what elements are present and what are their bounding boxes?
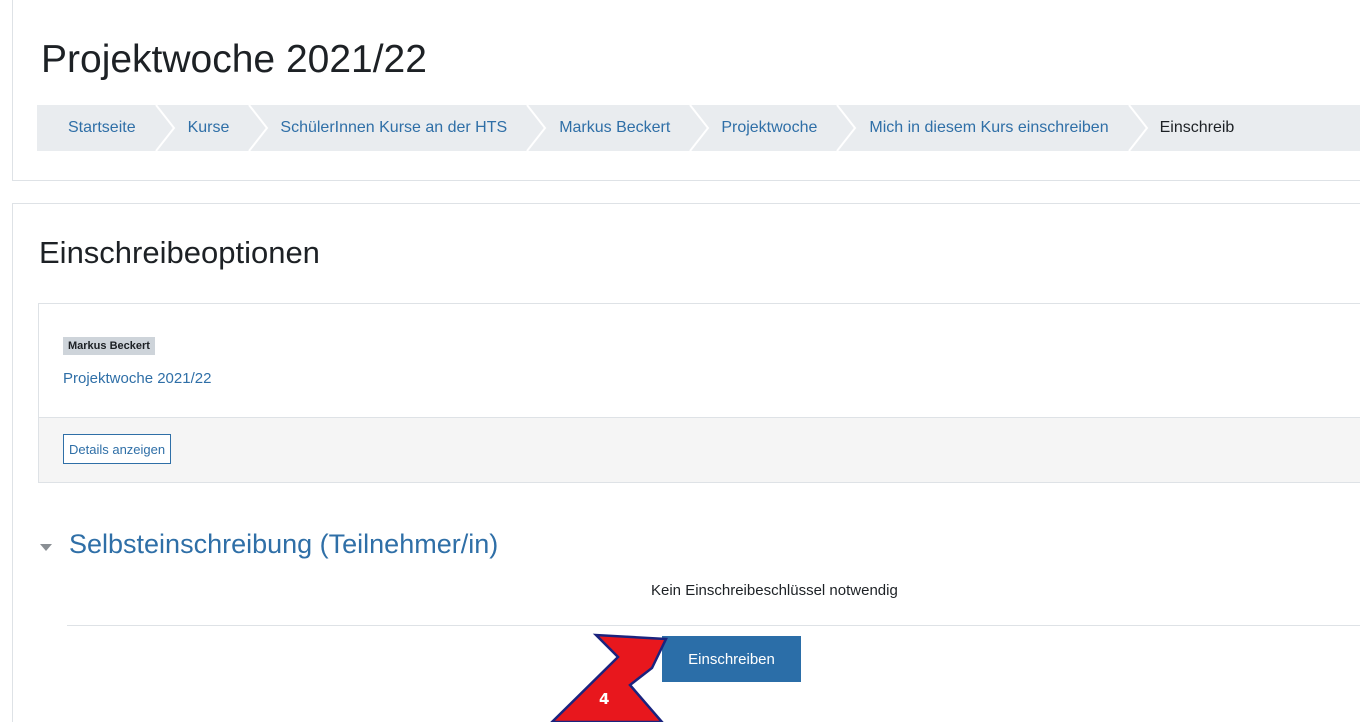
page-header bbox=[12, 0, 1360, 181]
course-footer bbox=[38, 417, 1360, 483]
breadcrumb: Startseite Kurse SchülerInnen Kurse an d… bbox=[37, 105, 1360, 151]
breadcrumb-separator-icon bbox=[688, 105, 710, 151]
course-name-link[interactable]: Projektwoche 2021/22 bbox=[63, 370, 211, 387]
breadcrumb-separator-icon bbox=[154, 105, 176, 151]
breadcrumb-item-einschreiben[interactable]: Mich in diesem Kurs einschreiben bbox=[857, 105, 1126, 151]
breadcrumb-item-projektwoche[interactable]: Projektwoche bbox=[710, 105, 835, 151]
divider bbox=[67, 625, 1360, 626]
breadcrumb-item-schuelerinnen-kurse[interactable]: SchülerInnen Kurse an der HTS bbox=[269, 105, 525, 151]
breadcrumb-separator-icon bbox=[835, 105, 857, 151]
step-number-label: 4 bbox=[599, 690, 610, 708]
self-enrolment-heading: Selbsteinschreibung (Teilnehmer/in) bbox=[69, 529, 499, 559]
section-title: Einschreibeoptionen bbox=[39, 235, 320, 270]
breadcrumb-separator-icon bbox=[247, 105, 269, 151]
breadcrumb-item-markus-beckert[interactable]: Markus Beckert bbox=[547, 105, 688, 151]
annotation-arrow-icon bbox=[550, 633, 668, 722]
breadcrumb-item-current: Einschreib bbox=[1159, 119, 1235, 136]
details-button[interactable]: Details anzeigen bbox=[63, 434, 172, 464]
self-enrolment-toggle[interactable]: Selbsteinschreibung (Teilnehmer/in) bbox=[40, 529, 498, 560]
breadcrumb-item-startseite[interactable]: Startseite bbox=[37, 105, 154, 151]
enrolment-key-note: Kein Einschreibeschlüssel notwendig bbox=[651, 582, 898, 599]
breadcrumb-separator-icon bbox=[525, 105, 547, 151]
page-title: Projektwoche 2021/22 bbox=[41, 38, 427, 81]
triangle-down-icon bbox=[40, 540, 52, 551]
teacher-badge: Markus Beckert bbox=[63, 337, 155, 355]
page: Projektwoche 2021/22 Startseite Kurse Sc… bbox=[0, 0, 1360, 722]
breadcrumb-item-kurse[interactable]: Kurse bbox=[176, 105, 248, 151]
breadcrumb-separator-icon bbox=[1127, 105, 1149, 151]
